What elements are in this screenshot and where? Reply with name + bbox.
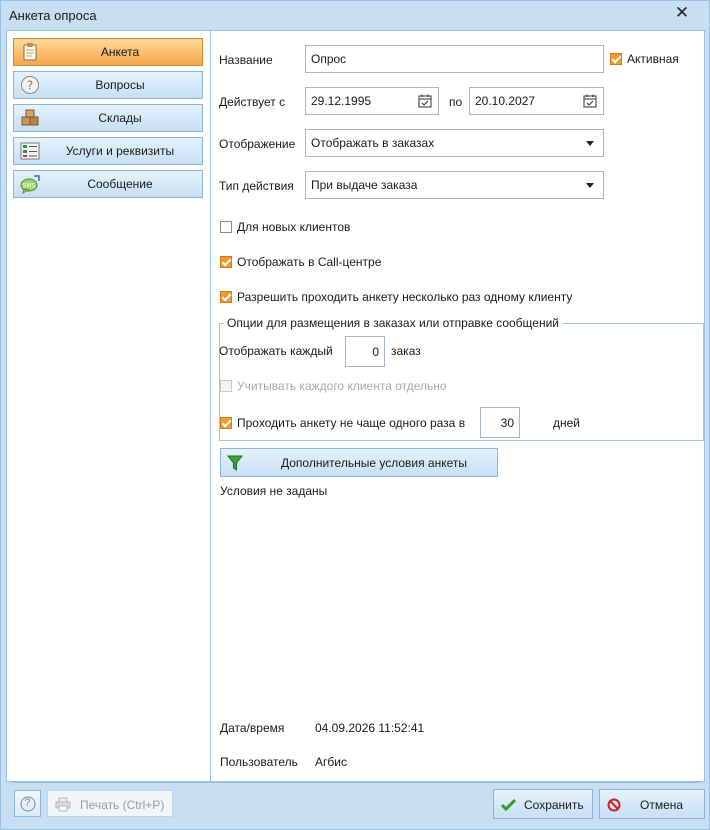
active-checkbox[interactable] (610, 53, 622, 65)
active-label: Активная (627, 52, 679, 66)
help-button[interactable]: ? (14, 790, 41, 817)
name-label: Название (219, 53, 273, 67)
cancel-icon (607, 798, 621, 812)
close-icon[interactable]: ✕ (673, 4, 691, 22)
multiple-passes-checkbox[interactable] (220, 291, 232, 303)
extra-conditions-button[interactable]: Дополнительные условия анкеты (220, 448, 498, 477)
nav-item-services[interactable]: Услуги и реквизиты (13, 137, 203, 165)
valid-from-label: Действует с (219, 95, 286, 109)
new-clients-label: Для новых клиентов (237, 220, 351, 234)
dialog-body: Анкета ? Вопросы Склады Услуги и реквизи… (6, 30, 705, 782)
datetime-label: Дата/время (220, 721, 285, 735)
valid-to-value: 20.10.2027 (475, 94, 536, 108)
options-group-title: Опции для размещения в заказах или отпра… (224, 316, 563, 330)
calendar-icon[interactable] (418, 94, 432, 108)
save-button[interactable]: Сохранить (493, 789, 593, 819)
svg-text:?: ? (27, 79, 33, 93)
print-button[interactable]: Печать (Ctrl+P) (47, 790, 173, 817)
nav-item-questionnaire[interactable]: Анкета (13, 38, 203, 66)
new-clients-checkbox[interactable] (220, 221, 232, 233)
limit-days-input[interactable]: 30 (480, 407, 520, 438)
services-list-icon (20, 142, 40, 160)
conditions-status: Условия не заданы (220, 484, 328, 498)
question-icon: ? (21, 76, 39, 94)
valid-from-date-input[interactable]: 29.12.1995 (305, 87, 439, 115)
valid-to-label: по (449, 95, 463, 109)
datetime-value: 04.09.2026 11:52:41 (315, 721, 425, 735)
display-selected-value: Отображать в заказах (311, 136, 435, 150)
valid-to-date-input[interactable]: 20.10.2027 (469, 87, 604, 115)
chevron-down-icon[interactable] (586, 183, 594, 188)
filter-icon (227, 455, 243, 471)
nav-item-questions[interactable]: ? Вопросы (13, 71, 203, 99)
footer-divider (11, 782, 701, 783)
show-every-label: Отображать каждый (219, 344, 333, 358)
nav-item-label: Анкета (100, 45, 140, 59)
clipboard-icon (23, 43, 37, 61)
action-type-selected-value: При выдаче заказа (311, 178, 418, 192)
valid-from-value: 29.12.1995 (311, 94, 372, 108)
calendar-icon[interactable] (583, 94, 597, 108)
limit-checkbox[interactable] (220, 417, 232, 429)
callcenter-checkbox[interactable] (220, 256, 232, 268)
checkmark-icon (501, 798, 516, 811)
user-value: Агбис (315, 755, 347, 769)
display-select[interactable]: Отображать в заказах (305, 129, 604, 157)
main-form: Название Опрос Активная Действует с 29.1… (211, 31, 704, 781)
cancel-label: Отмена (640, 798, 684, 812)
printer-icon (55, 797, 71, 812)
nav-item-label: Услуги и реквизиты (65, 144, 175, 158)
chevron-down-icon[interactable] (586, 141, 594, 146)
nav-item-message[interactable]: SMS Сообщение (13, 170, 203, 198)
limit-label: Проходить анкету не чаще одного раза в (237, 416, 466, 430)
callcenter-label: Отображать в Call-центре (237, 255, 382, 269)
help-glyph: ? (24, 797, 31, 809)
dialog-window: Анкета опроса ✕ Анкета ? Вопросы Склады … (0, 0, 710, 830)
window-title: Анкета опроса (9, 8, 97, 23)
cancel-button[interactable]: Отмена (599, 789, 705, 819)
per-client-label: Учитывать каждого клиента отдельно (237, 379, 447, 393)
multiple-passes-label: Разрешить проходить анкету несколько раз… (237, 290, 573, 304)
title-bar[interactable]: Анкета опроса ✕ (1, 1, 709, 29)
svg-text:SMS: SMS (23, 183, 36, 190)
name-field[interactable]: Опрос (305, 45, 604, 73)
display-label: Отображение (219, 137, 296, 151)
show-every-unit: заказ (391, 344, 421, 358)
extra-conditions-label: Дополнительные условия анкеты (281, 456, 467, 470)
limit-unit: дней (553, 416, 581, 430)
sidebar-nav: Анкета ? Вопросы Склады Услуги и реквизи… (7, 31, 211, 781)
nav-item-label: Вопросы (95, 78, 145, 92)
action-type-select[interactable]: При выдаче заказа (305, 171, 604, 199)
show-every-input[interactable]: 0 (345, 336, 385, 367)
nav-item-label: Сообщение (87, 177, 153, 191)
action-type-label: Тип действия (219, 179, 294, 193)
nav-item-label: Склады (98, 111, 142, 125)
boxes-icon (21, 109, 39, 126)
print-label: Печать (Ctrl+P) (80, 798, 165, 812)
nav-item-warehouses[interactable]: Склады (13, 104, 203, 132)
sms-icon: SMS (20, 175, 40, 194)
per-client-checkbox[interactable] (220, 380, 232, 392)
user-label: Пользователь (220, 755, 298, 769)
save-label: Сохранить (524, 798, 584, 812)
